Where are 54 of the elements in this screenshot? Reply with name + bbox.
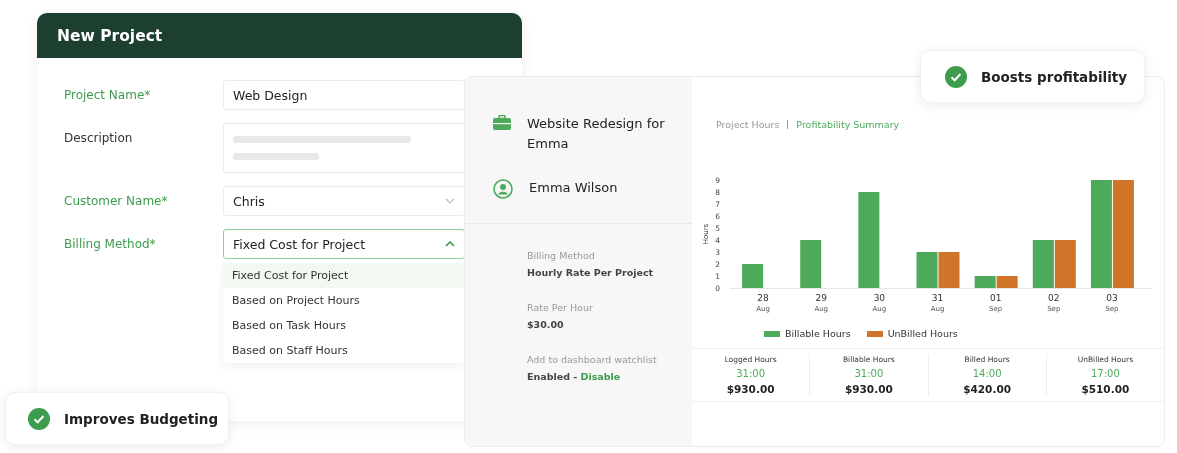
form-title: New Project: [57, 26, 163, 45]
briefcase-icon: [493, 115, 511, 131]
select-field[interactable]: Chris: [223, 186, 465, 216]
chart-bar: [938, 252, 960, 288]
x-tick-label: 03: [1106, 293, 1118, 303]
detail-label: Rate Per Hour: [527, 302, 594, 313]
x-tick-label: 29: [815, 293, 827, 303]
chart-bar: [996, 276, 1018, 288]
stat-amount: $930.00: [844, 383, 893, 395]
customer-name: Emma Wilson: [529, 179, 619, 197]
description-field[interactable]: [223, 123, 465, 173]
check-icon: [945, 65, 967, 88]
field-label: Billing Method*: [64, 236, 157, 253]
chart-bar: [742, 264, 764, 288]
detail-label: Billing Method: [527, 250, 596, 261]
user-icon: [493, 179, 513, 199]
stat-amount: $930.00: [726, 383, 775, 395]
detail-value: Enabled -: [527, 371, 579, 382]
stat-hours: 17:00: [1090, 368, 1120, 379]
stat-hours: 14:00: [972, 368, 1002, 379]
project-name-field[interactable]: Web Design: [223, 80, 465, 110]
dropdown-option[interactable]: Fixed Cost for Project: [223, 263, 465, 288]
x-tick-label: 31: [931, 293, 944, 303]
legend-label: UnBilled Hours: [887, 328, 958, 339]
dropdown-option[interactable]: Based on Project Hours: [223, 288, 465, 313]
x-tick-label: 02: [1048, 293, 1060, 303]
stat-hours: 31:00: [854, 368, 884, 379]
chart-bar: [800, 240, 822, 288]
field-label: Project Name*: [64, 87, 152, 104]
chart-bar: [974, 276, 996, 288]
field-label: Customer Name*: [64, 193, 169, 210]
project-name: Website Redesign for Emma: [527, 115, 666, 153]
stat-hours: 31:00: [736, 368, 766, 379]
legend-label: Billable Hours: [785, 328, 851, 339]
detail-value: $30.00: [527, 319, 564, 330]
stat-amount: $420.00: [963, 383, 1012, 395]
chart-bar: [916, 252, 938, 288]
badge-label: Improves Budgeting: [64, 410, 219, 427]
x-tick-label: 30: [873, 293, 886, 303]
select-field[interactable]: Fixed Cost for Project: [223, 229, 465, 259]
x-tick-label: 01: [989, 293, 1002, 303]
field-label: Description: [64, 130, 134, 147]
chart-bar: [1032, 240, 1054, 288]
detail-label: Add to dashboard watchlist: [527, 354, 658, 365]
detail-value: Hourly Rate Per Project: [527, 267, 654, 278]
check-icon: [28, 407, 50, 430]
chart-bar: [1054, 240, 1076, 288]
stat-amount: $510.00: [1081, 383, 1130, 395]
dropdown-option[interactable]: Based on Task Hours: [223, 313, 465, 338]
x-tick-label: 28: [757, 293, 769, 303]
dropdown-option[interactable]: Based on Staff Hours: [223, 338, 465, 363]
chevron-up-icon: [445, 241, 455, 247]
chevron-down-icon: [445, 198, 455, 204]
badge-label: Boosts profitability: [981, 68, 1128, 85]
